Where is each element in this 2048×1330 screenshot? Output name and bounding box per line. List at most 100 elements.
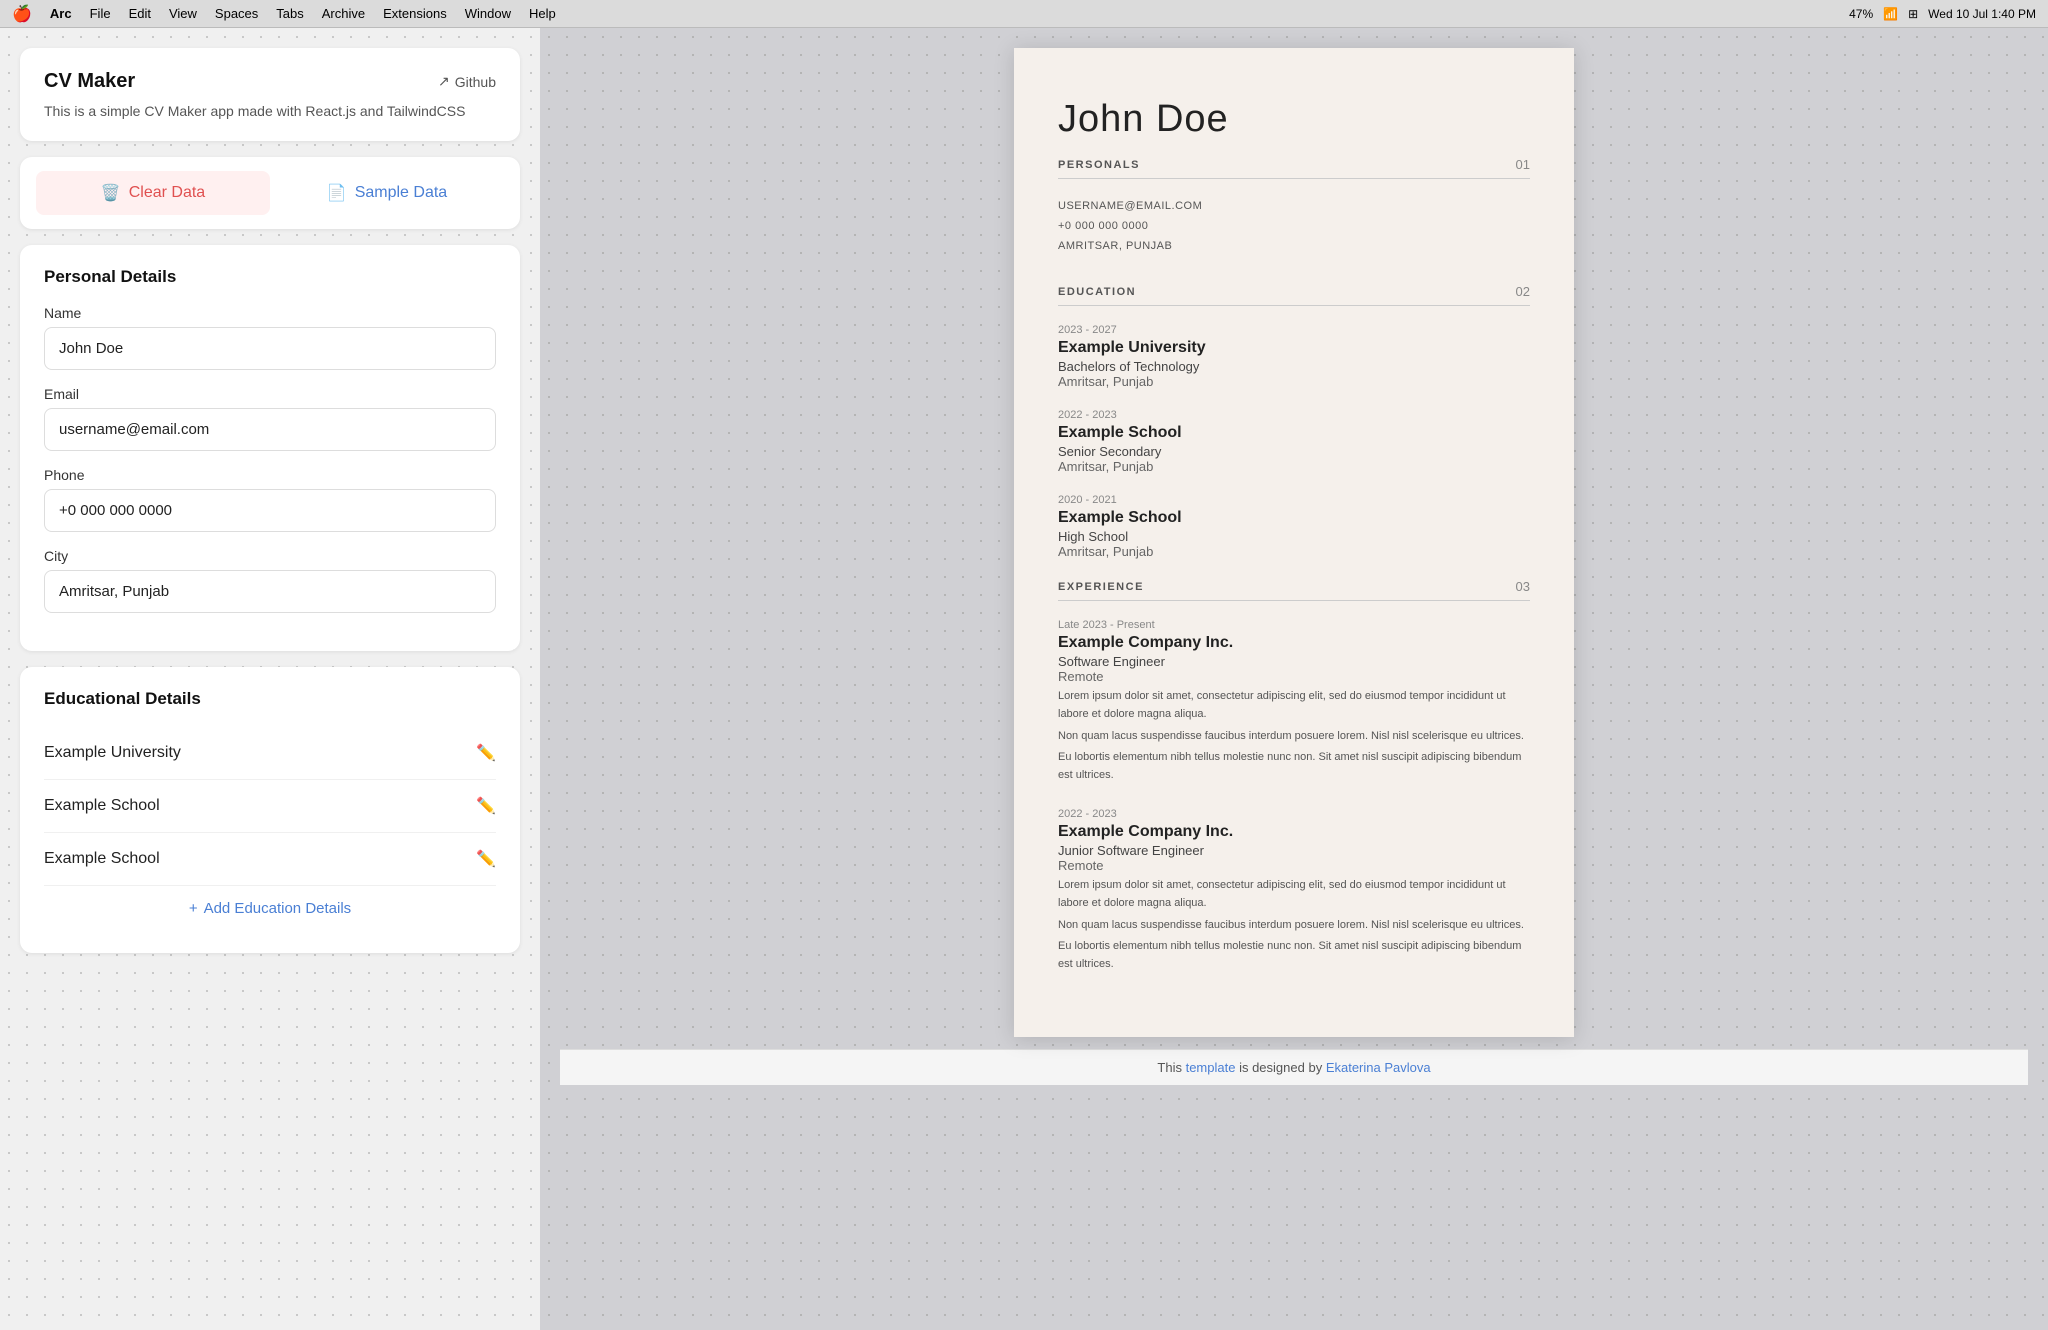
cv-exp-desc1-1: Lorem ipsum dolor sit amet, consectetur …: [1058, 877, 1530, 912]
name-label: Name: [44, 305, 496, 321]
cv-exp-title-0: Software Engineer: [1058, 654, 1530, 669]
sample-data-button[interactable]: 📄 Sample Data: [270, 171, 504, 215]
template-link[interactable]: template: [1186, 1060, 1236, 1075]
personal-details-card: Personal Details Name Email Phone City: [20, 245, 520, 651]
cv-edu-name-2: Example School: [1058, 509, 1530, 527]
cv-city: AMRITSAR, PUNJAB: [1058, 237, 1530, 257]
cv-edu-name-0: Example University: [1058, 339, 1530, 357]
plus-icon: +: [189, 900, 198, 917]
menu-edit[interactable]: Edit: [129, 6, 151, 21]
cv-personals-num: 01: [1516, 157, 1530, 172]
name-input[interactable]: [44, 327, 496, 370]
city-label: City: [44, 548, 496, 564]
wifi-icon: 📶: [1883, 7, 1898, 21]
cv-experience-num: 03: [1516, 579, 1530, 594]
left-panel: CV Maker ↗ Github This is a simple CV Ma…: [0, 28, 540, 1330]
clock: Wed 10 Jul 1:40 PM: [1928, 7, 2036, 21]
cv-education-label: EDUCATION: [1058, 286, 1136, 298]
github-link[interactable]: ↗ Github: [438, 73, 496, 90]
menu-spaces[interactable]: Spaces: [215, 6, 258, 21]
edu-item-1[interactable]: Example School ✏️: [44, 780, 496, 833]
menu-extensions[interactable]: Extensions: [383, 6, 447, 21]
cv-phone: +0 000 000 0000: [1058, 217, 1530, 237]
document-icon: 📄: [327, 183, 347, 203]
app-description: This is a simple CV Maker app made with …: [44, 103, 496, 119]
cv-exp-location-0: Remote: [1058, 669, 1530, 684]
battery-indicator: 47%: [1849, 7, 1873, 21]
cv-personals-header-row: PERSONALS 01: [1058, 157, 1530, 179]
edu-item-name-2: Example School: [44, 850, 160, 868]
cv-edu-degree-2: High School: [1058, 529, 1530, 544]
cv-contact-info: USERNAME@EMAIL.COM +0 000 000 0000 AMRIT…: [1058, 197, 1530, 256]
menu-help[interactable]: Help: [529, 6, 556, 21]
cv-exp-desc3-1: Eu lobortis elementum nibh tellus molest…: [1058, 938, 1530, 973]
cv-email: USERNAME@EMAIL.COM: [1058, 197, 1530, 217]
app-title: CV Maker: [44, 70, 135, 93]
action-buttons-card: 🗑️ Clear Data 📄 Sample Data: [20, 157, 520, 229]
edu-item-0[interactable]: Example University ✏️: [44, 727, 496, 780]
cv-personals-label: PERSONALS: [1058, 159, 1140, 171]
email-field-group: Email: [44, 386, 496, 451]
cv-exp-item-0: Late 2023 - Present Example Company Inc.…: [1058, 619, 1530, 784]
control-center-icon[interactable]: ⊞: [1908, 7, 1918, 21]
cv-edu-location-0: Amritsar, Punjab: [1058, 374, 1530, 389]
footer: This template is designed by Ekaterina P…: [560, 1049, 2028, 1085]
apple-logo-icon: 🍎: [12, 4, 32, 24]
cv-experience-label: EXPERIENCE: [1058, 581, 1144, 593]
cv-exp-title-1: Junior Software Engineer: [1058, 843, 1530, 858]
cv-exp-item-1: 2022 - 2023 Example Company Inc. Junior …: [1058, 808, 1530, 973]
cv-name: John Doe: [1058, 98, 1530, 141]
cv-edu-year-0: 2023 - 2027: [1058, 324, 1530, 336]
city-field-group: City: [44, 548, 496, 613]
personal-section-title: Personal Details: [44, 267, 496, 287]
menu-window[interactable]: Window: [465, 6, 511, 21]
cv-education-header-row: EDUCATION 02: [1058, 284, 1530, 306]
footer-text-before: This: [1157, 1060, 1185, 1075]
menu-tabs[interactable]: Tabs: [276, 6, 303, 21]
email-label: Email: [44, 386, 496, 402]
edit-icon-2[interactable]: ✏️: [476, 849, 496, 869]
menubar: 🍎 Arc File Edit View Spaces Tabs Archive…: [0, 0, 2048, 28]
cv-education-num: 02: [1516, 284, 1530, 299]
footer-text-after: is designed by: [1239, 1060, 1326, 1075]
add-education-button[interactable]: + Add Education Details: [44, 886, 496, 931]
cv-edu-year-1: 2022 - 2023: [1058, 409, 1530, 421]
cv-exp-location-1: Remote: [1058, 858, 1530, 873]
arrow-icon: ↗: [438, 73, 450, 90]
app-info-card: CV Maker ↗ Github This is a simple CV Ma…: [20, 48, 520, 141]
cv-edu-item-0: 2023 - 2027 Example University Bachelors…: [1058, 324, 1530, 389]
cv-edu-year-2: 2020 - 2021: [1058, 494, 1530, 506]
menu-view[interactable]: View: [169, 6, 197, 21]
cv-experience-header-row: EXPERIENCE 03: [1058, 579, 1530, 601]
cv-edu-degree-1: Senior Secondary: [1058, 444, 1530, 459]
clear-data-button[interactable]: 🗑️ Clear Data: [36, 171, 270, 215]
phone-input[interactable]: [44, 489, 496, 532]
menu-file[interactable]: File: [90, 6, 111, 21]
cv-exp-desc3-0: Eu lobortis elementum nibh tellus molest…: [1058, 749, 1530, 784]
cv-exp-year-0: Late 2023 - Present: [1058, 619, 1530, 631]
edu-item-2[interactable]: Example School ✏️: [44, 833, 496, 886]
menu-archive[interactable]: Archive: [322, 6, 365, 21]
name-field-group: Name: [44, 305, 496, 370]
edu-item-name-0: Example University: [44, 744, 181, 762]
educational-details-card: Educational Details Example University ✏…: [20, 667, 520, 953]
cv-edu-location-1: Amritsar, Punjab: [1058, 459, 1530, 474]
edu-item-name-1: Example School: [44, 797, 160, 815]
cv-edu-name-1: Example School: [1058, 424, 1530, 442]
edit-icon-1[interactable]: ✏️: [476, 796, 496, 816]
email-input[interactable]: [44, 408, 496, 451]
menu-arc[interactable]: Arc: [50, 6, 72, 21]
cv-edu-item-1: 2022 - 2023 Example School Senior Second…: [1058, 409, 1530, 474]
cv-exp-desc1-0: Lorem ipsum dolor sit amet, consectetur …: [1058, 688, 1530, 723]
city-input[interactable]: [44, 570, 496, 613]
cv-edu-location-2: Amritsar, Punjab: [1058, 544, 1530, 559]
cv-edu-item-2: 2020 - 2021 Example School High School A…: [1058, 494, 1530, 559]
designer-link[interactable]: Ekaterina Pavlova: [1326, 1060, 1431, 1075]
cv-exp-desc2-1: Non quam lacus suspendisse faucibus inte…: [1058, 917, 1530, 935]
edit-icon-0[interactable]: ✏️: [476, 743, 496, 763]
phone-label: Phone: [44, 467, 496, 483]
trash-icon: 🗑️: [101, 183, 121, 203]
cv-exp-year-1: 2022 - 2023: [1058, 808, 1530, 820]
cv-exp-company-1: Example Company Inc.: [1058, 823, 1530, 841]
cv-exp-desc2-0: Non quam lacus suspendisse faucibus inte…: [1058, 728, 1530, 746]
